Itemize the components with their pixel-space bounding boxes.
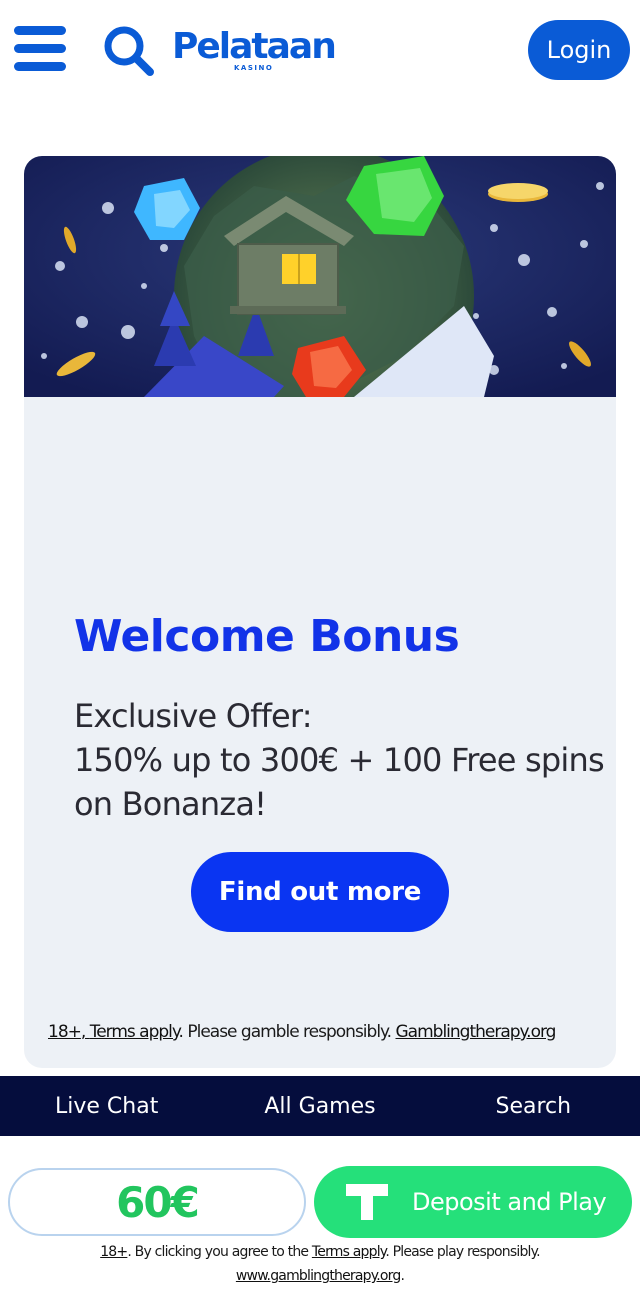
terms-apply-link[interactable]: , Terms apply: [81, 1022, 180, 1042]
gambling-therapy-link[interactable]: Gamblingtherapy.org: [396, 1022, 557, 1042]
search-icon[interactable]: [102, 24, 156, 78]
site-header: Pelataan KASINO Login: [0, 0, 640, 100]
age-restriction-link[interactable]: 18+: [48, 1022, 82, 1042]
nav-live-chat[interactable]: Live Chat: [0, 1094, 213, 1119]
disclaimer-text: . Please gamble responsibly.: [178, 1022, 396, 1042]
terms-apply-text: Terms apply: [89, 1022, 180, 1042]
hamburger-menu-icon[interactable]: [14, 26, 66, 72]
brand-subtitle: KASINO: [234, 64, 274, 72]
promo-disclaimer: 18+, Terms apply. Please gamble responsi…: [48, 1022, 608, 1042]
nav-all-games[interactable]: All Games: [213, 1094, 426, 1119]
promo-line-1: Exclusive Offer:: [74, 697, 313, 735]
bottom-gambling-therapy-link[interactable]: www.gamblingtherapy.org: [236, 1268, 401, 1284]
bottom-disclaimer-text-2: . Please play responsibly.: [385, 1244, 540, 1260]
deposit-disclaimer: 18+. By clicking you agree to the Terms …: [0, 1240, 640, 1288]
deposit-and-play-button[interactable]: Deposit and Play: [314, 1166, 632, 1238]
promo-description: Exclusive Offer: 150% up to 300€ + 100 F…: [74, 694, 605, 826]
bottom-navigation: Live Chat All Games Search: [0, 1076, 640, 1136]
bottom-terms-link[interactable]: Terms apply: [312, 1244, 386, 1260]
bottom-disclaimer-text-1: . By clicking you agree to the: [127, 1244, 312, 1260]
bottom-age-link[interactable]: 18+: [100, 1244, 128, 1260]
find-out-more-button[interactable]: Find out more: [191, 852, 449, 932]
promo-banner-image: [24, 156, 616, 446]
deposit-button-label: Deposit and Play: [412, 1188, 607, 1216]
welcome-bonus-card: Welcome Bonus Exclusive Offer: 150% up t…: [24, 156, 616, 1068]
promo-title: Welcome Bonus: [74, 611, 460, 662]
brand-name: Pelataan: [172, 26, 337, 67]
brand-logo[interactable]: Pelataan KASINO: [172, 26, 342, 74]
deposit-amount-input[interactable]: 60€: [8, 1168, 306, 1236]
promo-line-3: on Bonanza!: [74, 785, 267, 823]
bottom-disclaimer-end: .: [400, 1268, 405, 1284]
login-button[interactable]: Login: [528, 20, 630, 80]
nav-search[interactable]: Search: [427, 1094, 640, 1119]
trustly-icon: [346, 1184, 388, 1220]
promo-line-2: 150% up to 300€ + 100 Free spins: [74, 741, 605, 779]
